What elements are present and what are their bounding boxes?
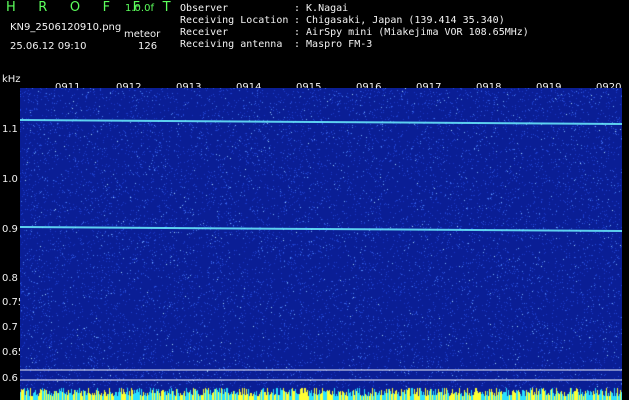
mode-label: meteor xyxy=(124,29,161,40)
date-time: 25.06.12 09:10 xyxy=(10,41,87,52)
y-tick-label: 0.7 xyxy=(2,322,18,333)
signal-line-upper xyxy=(20,119,622,125)
info-value: : AirSpy mini (Miakejima VOR 108.65MHz) xyxy=(294,27,529,38)
info-value: : Maspro FM-3 xyxy=(294,39,373,50)
spectrogram-window: H R O F F T 1.0.0f KN9_2506120910.png me… xyxy=(0,0,629,400)
info-value: : Chigasaki, Japan (139.414 35.340) xyxy=(294,15,505,26)
y-tick-label: 1.1 xyxy=(2,124,18,135)
y-tick-label: 1.0 xyxy=(2,174,18,185)
file-name: KN9_2506120910.png xyxy=(10,22,122,33)
info-label: Receiving antenna xyxy=(180,39,283,50)
info-label: Receiver xyxy=(180,27,229,38)
y-axis-unit: kHz xyxy=(2,74,21,85)
spectrogram-overlay xyxy=(20,119,622,381)
spectrogram-plot xyxy=(20,88,622,400)
y-tick-label: 0.9 xyxy=(2,224,18,235)
detection-count: 126 xyxy=(138,41,158,52)
info-label: Observer xyxy=(180,3,229,14)
signal-line-lower xyxy=(20,226,622,232)
y-tick-label: 0.8 xyxy=(2,273,18,284)
info-value: : K.Nagai xyxy=(294,3,349,14)
app-version: 1.0.0f xyxy=(125,3,154,14)
y-tick-label: 0.6 xyxy=(2,373,18,384)
info-label: Receiving Location xyxy=(180,15,289,26)
